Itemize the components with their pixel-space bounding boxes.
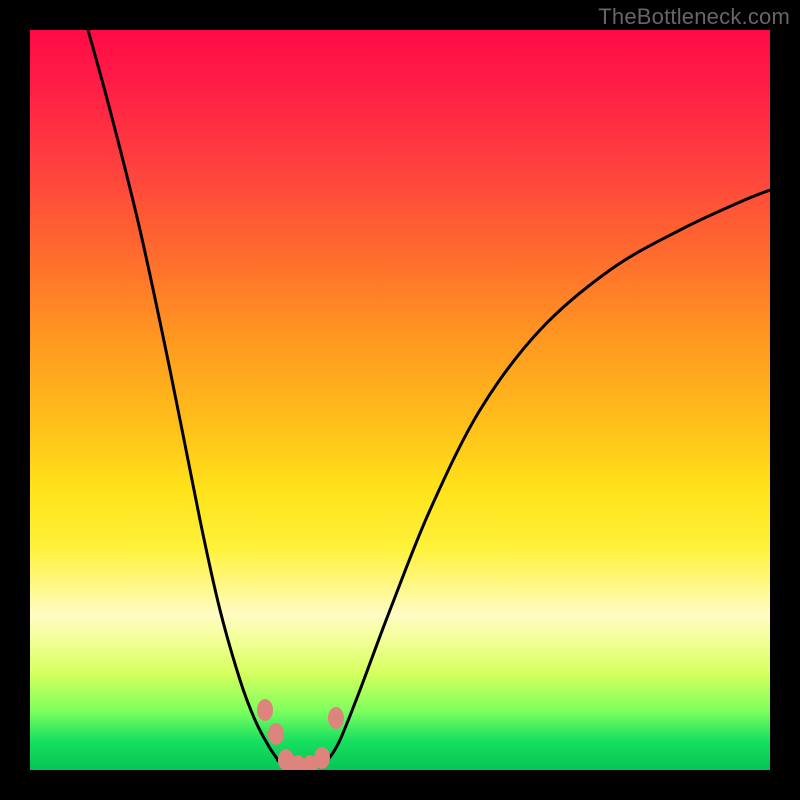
bottleneck-curve xyxy=(30,30,770,770)
valley-marker xyxy=(268,723,284,745)
chart-frame: TheBottleneck.com xyxy=(0,0,800,800)
watermark-text: TheBottleneck.com xyxy=(598,4,790,30)
valley-marker xyxy=(257,699,273,721)
curve-path xyxy=(88,30,770,768)
valley-markers xyxy=(257,699,344,770)
valley-marker xyxy=(314,747,330,769)
valley-marker xyxy=(328,707,344,729)
plot-area xyxy=(30,30,770,770)
